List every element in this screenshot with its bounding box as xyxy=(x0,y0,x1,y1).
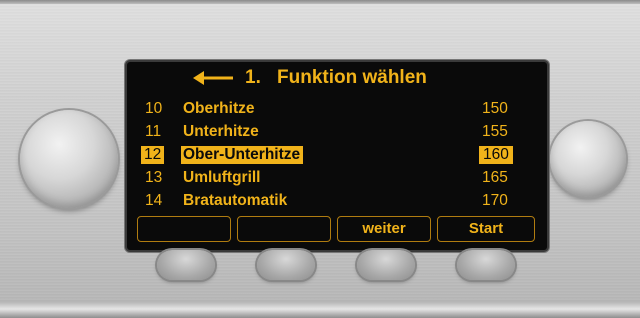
function-name: Ober-Unterhitze xyxy=(181,146,304,164)
function-name: Bratautomatik xyxy=(183,192,288,209)
right-rotary-knob[interactable] xyxy=(550,121,626,197)
left-rotary-knob[interactable] xyxy=(20,110,118,208)
list-item[interactable]: 10 Oberhitze 150 xyxy=(127,98,547,120)
softkey-2[interactable] xyxy=(237,216,331,242)
function-temperature: 155 xyxy=(482,123,508,140)
function-temperature: 170 xyxy=(482,192,508,209)
function-number: 10 xyxy=(145,100,163,117)
hardware-button-1[interactable] xyxy=(157,250,215,280)
list-item[interactable]: 13 Umluftgrill 165 xyxy=(127,167,547,189)
display-screen: 1. Funktion wählen 10 Oberhitze 150 11 U… xyxy=(127,62,547,250)
softkey-weiter[interactable]: weiter xyxy=(337,216,431,242)
function-temperature: 160 xyxy=(479,146,513,164)
function-name: Umluftgrill xyxy=(183,169,261,186)
hardware-button-3[interactable] xyxy=(357,250,415,280)
page-title: Funktion wählen xyxy=(277,67,427,88)
function-number: 11 xyxy=(145,123,162,140)
softkey-start[interactable]: Start xyxy=(437,216,535,242)
arrow-left-icon[interactable] xyxy=(191,66,235,90)
function-number: 14 xyxy=(145,192,163,209)
function-number: 12 xyxy=(141,146,165,164)
panel-bottom-edge xyxy=(0,303,640,318)
hardware-button-4[interactable] xyxy=(457,250,515,280)
softkey-1[interactable] xyxy=(137,216,231,242)
function-number: 13 xyxy=(145,169,163,186)
list-item[interactable]: 11 Unterhitze 155 xyxy=(127,121,547,143)
step-number: 1. xyxy=(245,67,261,88)
function-name: Unterhitze xyxy=(183,123,259,140)
list-item-selected[interactable]: 12 Ober-Unterhitze 160 xyxy=(127,144,547,166)
display-header: 1. Funktion wählen xyxy=(127,66,547,92)
list-item[interactable]: 14 Bratautomatik 170 xyxy=(127,190,547,212)
function-name: Oberhitze xyxy=(183,100,255,117)
hardware-button-2[interactable] xyxy=(257,250,315,280)
function-temperature: 150 xyxy=(482,100,508,117)
function-temperature: 165 xyxy=(482,169,508,186)
panel-top-edge xyxy=(0,0,640,4)
